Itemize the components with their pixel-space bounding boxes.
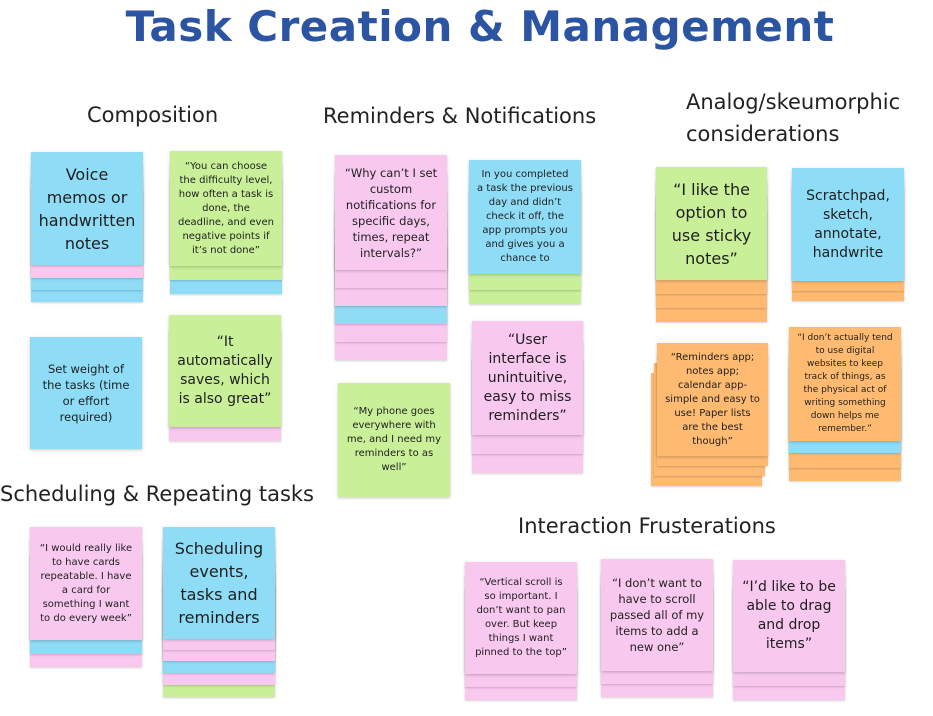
- sticky-note[interactable]: “My phone goes everywhere with me, and I…: [338, 383, 450, 497]
- sticky-stack[interactable]: Set weight of the tasks (time or effort …: [30, 337, 142, 449]
- heading-analog-line1: Analog/skeumorphic: [686, 90, 901, 114]
- sticky-note[interactable]: Scratchpad, sketch, annotate, handwrite: [792, 168, 904, 281]
- sticky-note[interactable]: “It automatically saves, which is also g…: [169, 315, 281, 427]
- sticky-note[interactable]: “User interface is unintuitive, easy to …: [472, 321, 583, 435]
- heading-analog-line2: considerations: [686, 122, 840, 146]
- sticky-note[interactable]: “I don’t actually tend to use digital we…: [789, 327, 901, 441]
- sticky-stack[interactable]: “I don’t actually tend to use digital we…: [789, 327, 901, 481]
- sticky-stack[interactable]: “I’d like to be able to drag and drop it…: [733, 560, 845, 700]
- sticky-note[interactable]: “Reminders app; notes app; calendar app-…: [657, 343, 768, 456]
- heading-scheduling: Scheduling & Repeating tasks: [0, 482, 314, 506]
- sticky-stack[interactable]: “I would really like to have cards repea…: [30, 527, 142, 667]
- sticky-stack[interactable]: Voice memos or handwritten notes: [31, 152, 143, 302]
- sticky-note[interactable]: “I like the option to use sticky notes”: [656, 167, 767, 280]
- sticky-stack[interactable]: “I like the option to use sticky notes”: [656, 167, 767, 322]
- sticky-stack[interactable]: In you completed a task the previous day…: [469, 160, 581, 304]
- sticky-stack[interactable]: Scheduling events, tasks and reminders: [163, 527, 275, 697]
- heading-analog: Analog/skeumorphic considerations: [686, 86, 900, 150]
- sticky-note[interactable]: Scheduling events, tasks and reminders: [163, 527, 275, 639]
- sticky-stack[interactable]: “Why can’t I set custom notifications fo…: [335, 155, 447, 360]
- sticky-stack[interactable]: “User interface is unintuitive, easy to …: [472, 321, 583, 473]
- sticky-note[interactable]: In you completed a task the previous day…: [469, 160, 581, 274]
- sticky-stack[interactable]: Scratchpad, sketch, annotate, handwrite: [792, 168, 904, 301]
- sticky-stack[interactable]: “You can choose the difficulty level, ho…: [170, 151, 282, 294]
- sticky-stack[interactable]: “I don’t want to have to scroll passed a…: [601, 559, 713, 697]
- sticky-stack[interactable]: “My phone goes everywhere with me, and I…: [338, 383, 450, 497]
- sticky-stack[interactable]: “Vertical scroll is so important. I don’…: [465, 562, 577, 700]
- heading-reminders: Reminders & Notifications: [323, 104, 597, 128]
- sticky-note[interactable]: “Why can’t I set custom notifications fo…: [335, 155, 447, 270]
- board-title: Task Creation & Management: [125, 2, 835, 51]
- sticky-note[interactable]: “I’d like to be able to drag and drop it…: [733, 560, 845, 672]
- sticky-note[interactable]: Set weight of the tasks (time or effort …: [30, 337, 142, 449]
- heading-interaction: Interaction Frusterations: [518, 514, 776, 538]
- heading-composition: Composition: [87, 103, 219, 127]
- sticky-stack[interactable]: “It automatically saves, which is also g…: [169, 315, 281, 441]
- sticky-stack[interactable]: “Reminders app; notes app; calendar app-…: [651, 343, 768, 486]
- sticky-note[interactable]: “I would really like to have cards repea…: [30, 527, 142, 640]
- sticky-note[interactable]: “You can choose the difficulty level, ho…: [170, 151, 282, 266]
- sticky-note[interactable]: “I don’t want to have to scroll passed a…: [601, 559, 713, 671]
- sticky-note[interactable]: Voice memos or handwritten notes: [31, 152, 143, 265]
- sticky-note[interactable]: “Vertical scroll is so important. I don’…: [465, 562, 577, 674]
